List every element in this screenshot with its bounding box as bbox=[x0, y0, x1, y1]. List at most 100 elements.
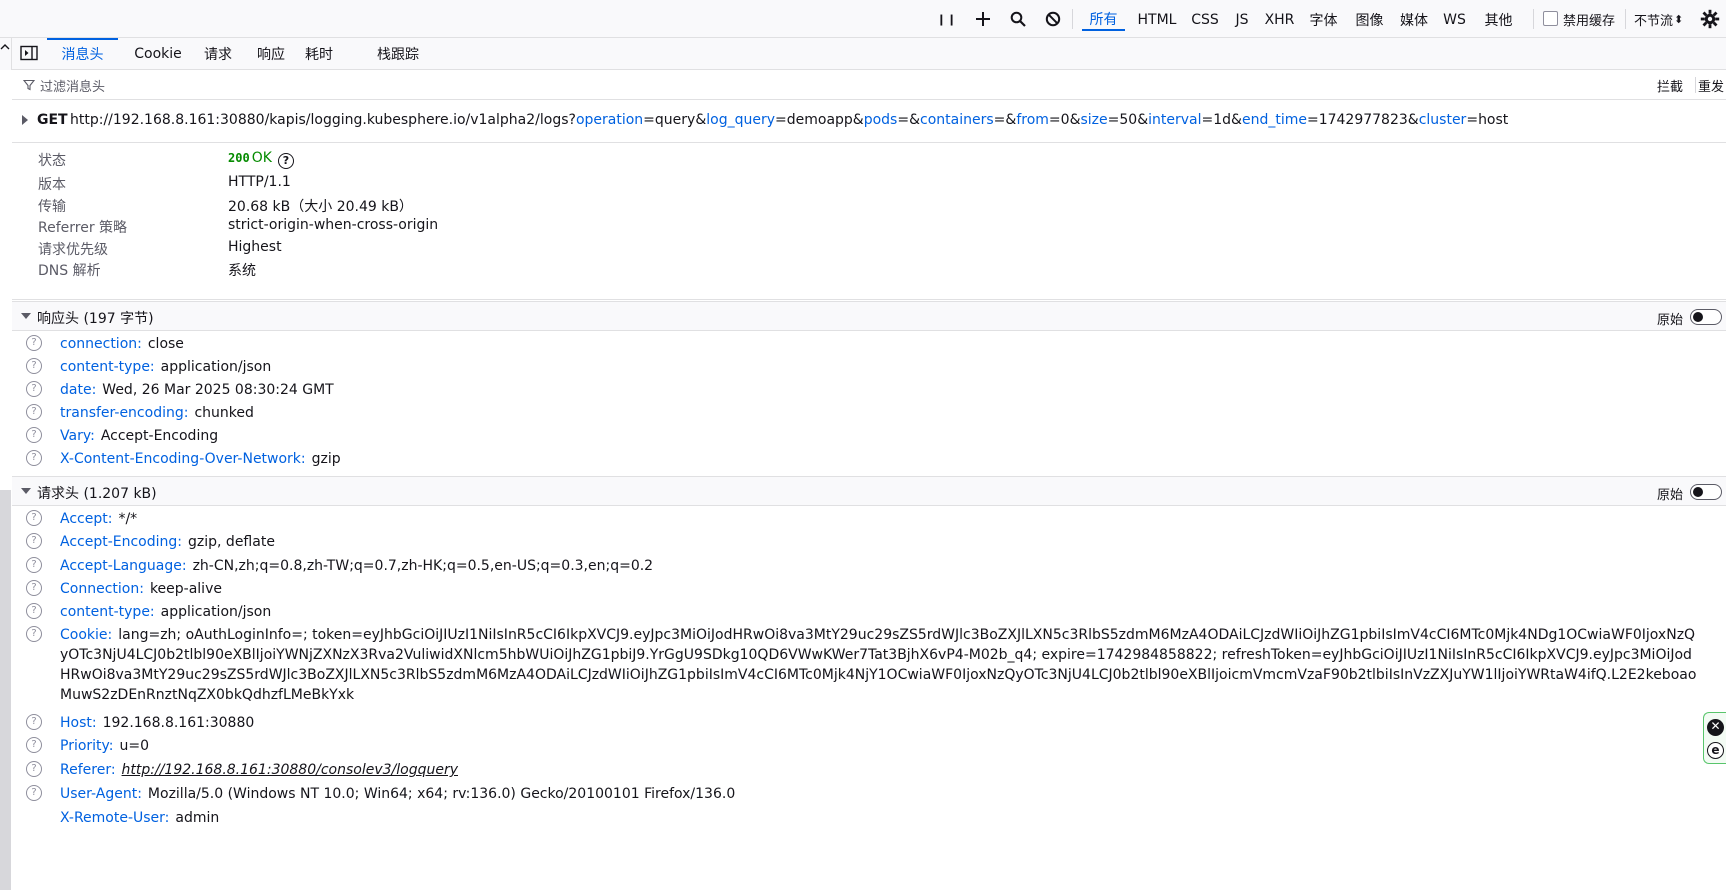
divider bbox=[1695, 77, 1696, 93]
tab-headers[interactable]: 消息头 bbox=[47, 38, 118, 70]
help-icon[interactable]: ? bbox=[26, 785, 42, 801]
toggle-knob bbox=[1693, 486, 1703, 497]
chevron-up-icon bbox=[0, 44, 10, 50]
help-icon[interactable]: ? bbox=[26, 404, 42, 420]
tab-item[interactable]: 请求 bbox=[199, 38, 237, 70]
add-request-button[interactable] bbox=[972, 0, 994, 38]
help-icon[interactable]: ? bbox=[26, 737, 42, 753]
header-text: Connection: keep-alive bbox=[60, 579, 1702, 599]
header-value-link[interactable]: http://192.168.8.161:30880/consolev3/log… bbox=[122, 762, 458, 778]
filter-type-button[interactable]: WS bbox=[1442, 8, 1467, 31]
help-icon[interactable]: ? bbox=[26, 427, 42, 443]
extension-e-icon[interactable]: e bbox=[1707, 742, 1724, 759]
help-icon[interactable]: ? bbox=[26, 626, 42, 642]
header-name: content-type: bbox=[60, 604, 155, 620]
search-button[interactable] bbox=[1007, 0, 1029, 38]
summary-row: DNS 解析 系统 bbox=[12, 257, 1726, 279]
raw-toggle-switch[interactable] bbox=[1690, 484, 1722, 500]
panel-scrollbar[interactable] bbox=[0, 490, 11, 890]
gear-icon bbox=[1700, 9, 1720, 29]
help-icon[interactable]: ? bbox=[26, 603, 42, 619]
header-value: close bbox=[147, 336, 184, 352]
tab-item[interactable]: 响应 bbox=[252, 38, 290, 70]
request-url-row[interactable]: GET http://192.168.8.161:30880/kapis/log… bbox=[12, 100, 1726, 143]
raw-toggle-label: 原始 bbox=[1657, 488, 1684, 503]
summary-value: 20.68 kB（大小 20.49 kB） bbox=[228, 199, 413, 215]
help-icon[interactable]: ? bbox=[26, 381, 42, 397]
request-headers-section-header[interactable]: 请求头 (1.207 kB) 原始 bbox=[12, 476, 1726, 506]
request-headers-title: 请求头 (1.207 kB) bbox=[37, 486, 157, 502]
help-icon[interactable]: ? bbox=[26, 580, 42, 596]
tab-item[interactable]: Cookie bbox=[128, 38, 188, 70]
filter-type-button[interactable]: CSS bbox=[1189, 8, 1221, 31]
filter-type-button[interactable]: JS bbox=[1232, 8, 1252, 31]
throttle-select[interactable]: 不节流 ⬍ bbox=[1634, 8, 1683, 30]
help-icon[interactable]: ? bbox=[26, 533, 42, 549]
header-value: gzip bbox=[311, 451, 341, 467]
filter-type-button[interactable]: XHR bbox=[1262, 8, 1297, 31]
url-param-key: from bbox=[1016, 112, 1049, 128]
request-method: GET bbox=[37, 112, 68, 128]
throttle-value: 不节流 bbox=[1634, 13, 1674, 29]
tab-item[interactable]: 栈跟踪 bbox=[372, 38, 424, 70]
header-value: application/json bbox=[160, 359, 272, 375]
network-filter-toolbar: ❙❙ 所有 HTML CSS JS XHR 字体 图像 媒体 WS 其他 禁用缓存 不节流 ⬍ bbox=[0, 0, 1726, 38]
toggle-sidebar-button[interactable] bbox=[20, 45, 38, 65]
block-button[interactable]: 拦截 bbox=[1657, 76, 1683, 95]
toolbar-divider bbox=[1625, 9, 1626, 29]
response-headers-section-header[interactable]: 响应头 (197 字节) 原始 bbox=[12, 301, 1726, 331]
url-param-value: query bbox=[654, 112, 696, 128]
raw-toggle-switch[interactable] bbox=[1690, 309, 1722, 325]
filter-type-button[interactable]: 媒体 bbox=[1397, 8, 1431, 31]
expand-caret-icon bbox=[22, 115, 28, 125]
filter-type-button[interactable]: HTML bbox=[1133, 8, 1181, 31]
settings-button[interactable] bbox=[1698, 0, 1722, 38]
url-param-equals: = bbox=[1466, 112, 1479, 128]
summary-label: Referrer 策略 bbox=[38, 220, 128, 236]
url-param-key: operation bbox=[575, 112, 644, 128]
header-text: X-Content-Encoding-Over-Network: gzip bbox=[60, 449, 1702, 469]
help-icon[interactable]: ? bbox=[26, 358, 42, 374]
tab-item[interactable]: 耗时 bbox=[300, 38, 338, 70]
summary-value: 系统 bbox=[228, 263, 256, 279]
filter-type-button[interactable]: 所有 bbox=[1082, 8, 1125, 31]
url-param-equals: = bbox=[775, 112, 787, 128]
help-icon[interactable]: ? bbox=[26, 335, 42, 351]
resend-button[interactable]: 重发 bbox=[1698, 76, 1724, 95]
summary-label: 传输 bbox=[38, 199, 66, 215]
pause-button[interactable]: ❙❙ bbox=[936, 0, 958, 38]
details-tabbar: 消息头 Cookie 请求 响应 耗时 栈跟踪 bbox=[12, 38, 1726, 70]
help-icon[interactable]: ? bbox=[26, 557, 42, 573]
request-url: http://192.168.8.161:30880/kapis/logging… bbox=[70, 112, 1508, 128]
header-value: u=0 bbox=[119, 738, 150, 754]
filter-type-button[interactable]: 其他 bbox=[1480, 8, 1517, 31]
help-icon[interactable]: ? bbox=[26, 450, 42, 466]
url-param-separator: & bbox=[1069, 112, 1081, 128]
url-param-separator: & bbox=[1231, 112, 1242, 128]
url-param-equals: = bbox=[1306, 112, 1319, 128]
clear-button[interactable] bbox=[1042, 0, 1064, 38]
header-text: Accept-Encoding: gzip, deflate bbox=[60, 532, 1702, 552]
header-text: X-Remote-User: admin bbox=[60, 808, 1702, 828]
help-icon[interactable]: ? bbox=[26, 510, 42, 526]
filter-type-button[interactable]: 字体 bbox=[1307, 8, 1340, 31]
header-text: content-type: application/json bbox=[60, 602, 1702, 622]
url-param-value: demoapp bbox=[786, 112, 853, 128]
help-icon[interactable]: ? bbox=[277, 153, 294, 169]
header-value: application/json bbox=[160, 604, 272, 620]
url-param-separator: & bbox=[1005, 112, 1017, 128]
url-param-separator: & bbox=[909, 112, 921, 128]
help-icon[interactable]: ? bbox=[26, 761, 42, 777]
header-text: User-Agent: Mozilla/5.0 (Windows NT 10.0;… bbox=[60, 784, 1702, 804]
header-filter-bar: 过滤消息头 拦截 重发 bbox=[12, 70, 1726, 100]
raw-toggle-label: 原始 bbox=[1657, 313, 1684, 328]
header-name: User-Agent: bbox=[60, 786, 142, 802]
header-filter-input[interactable]: 过滤消息头 bbox=[40, 76, 105, 95]
filter-type-button[interactable]: 图像 bbox=[1352, 8, 1387, 31]
url-param-value: 50 bbox=[1119, 112, 1138, 128]
block-icon bbox=[1045, 11, 1061, 27]
help-icon[interactable]: ? bbox=[26, 714, 42, 730]
header-text: Accept-Language: zh-CN,zh;q=0.8,zh-TW;q=0… bbox=[60, 556, 1702, 576]
disable-cache-checkbox[interactable] bbox=[1543, 11, 1558, 26]
close-circle-icon[interactable]: ✕ bbox=[1707, 719, 1724, 736]
